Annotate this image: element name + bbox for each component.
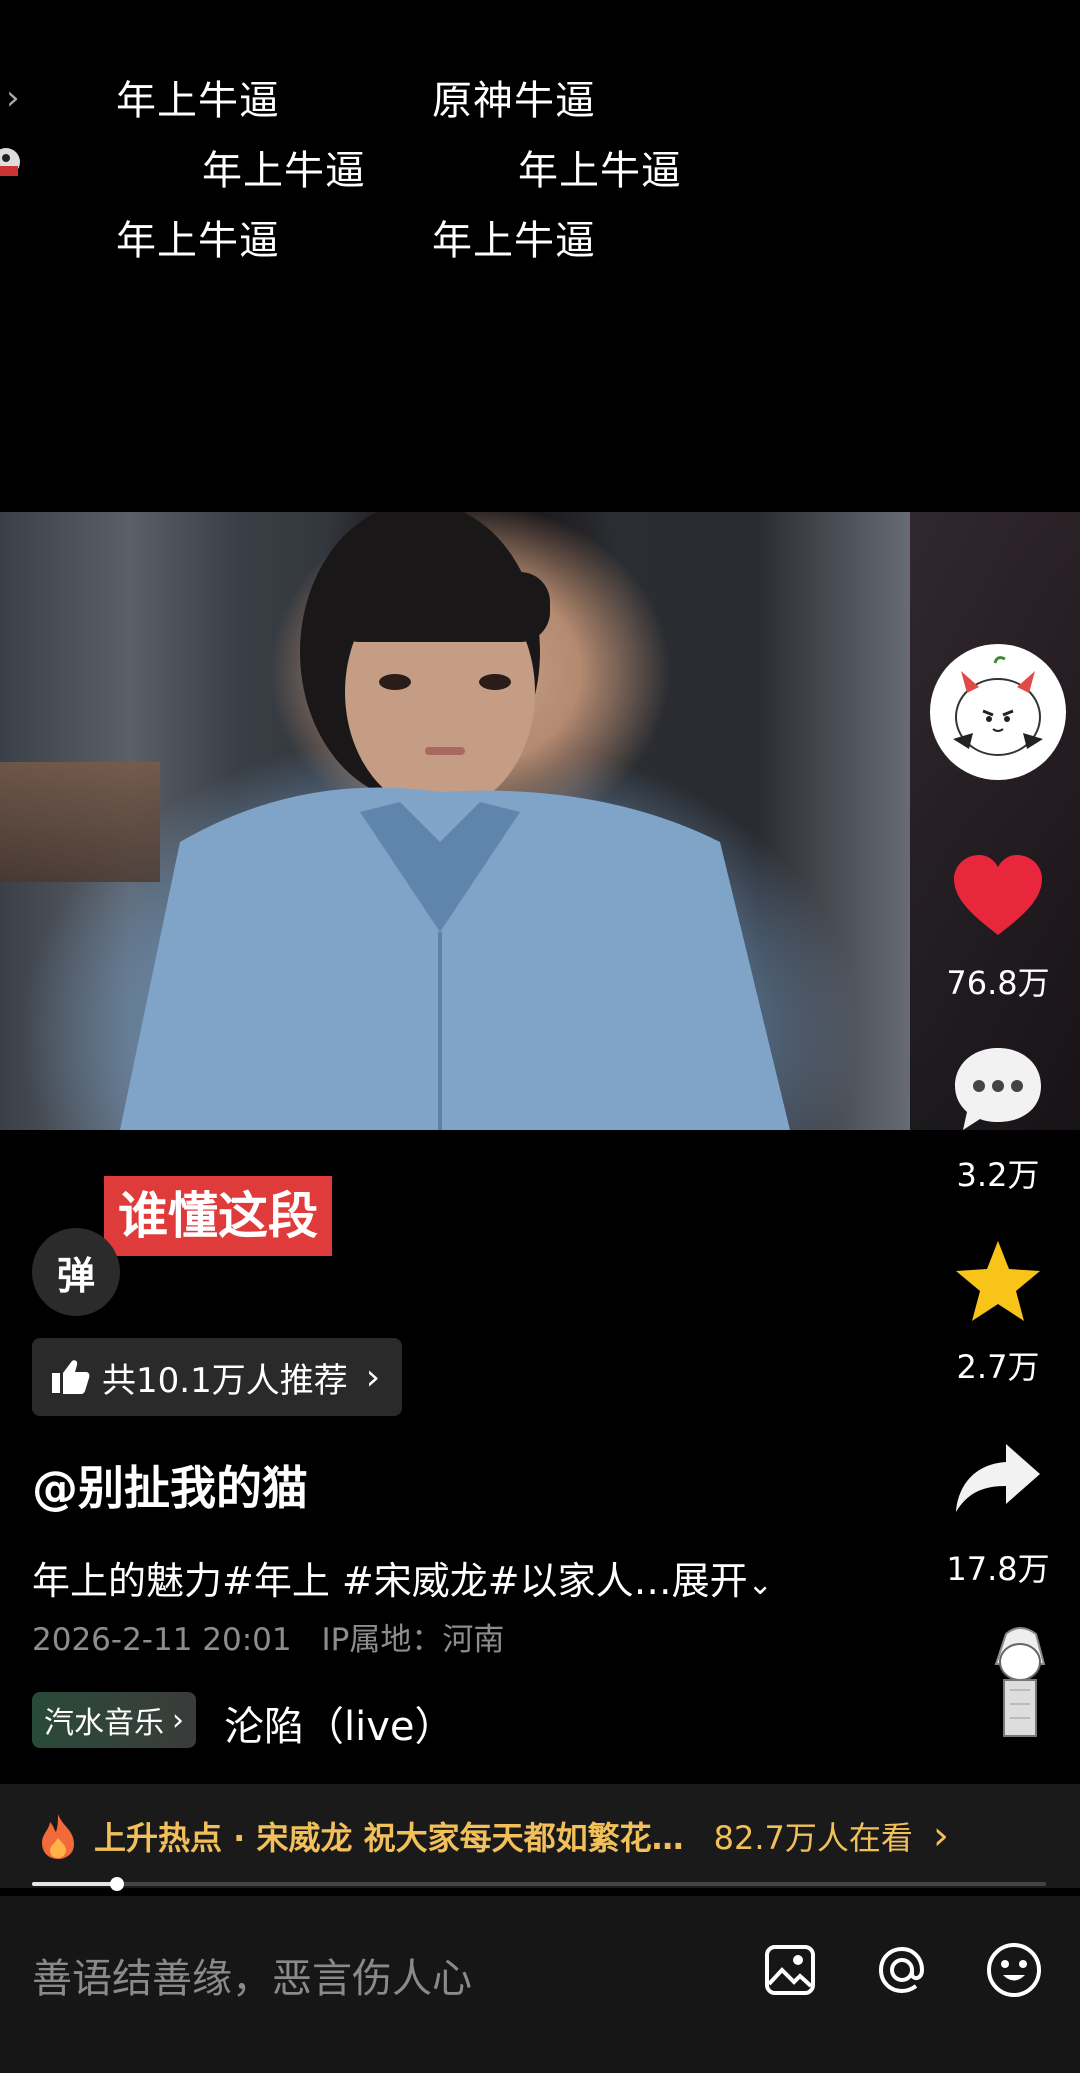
top-chevron-icon[interactable]: › — [6, 78, 20, 118]
video-caption-tag: 谁懂这段 — [104, 1176, 332, 1256]
like-button[interactable] — [950, 852, 1046, 942]
danmu-text: 年上牛逼 — [518, 148, 682, 194]
recommend-pill[interactable]: 共10.1万人推荐 › — [32, 1338, 403, 1416]
danmu-toggle-button[interactable]: 弹 — [32, 1228, 120, 1316]
danmu-toggle-label: 弹 — [56, 1253, 95, 1298]
comment-count: 3.2万 — [956, 1156, 1040, 1194]
video-progress-handle[interactable] — [110, 1877, 124, 1891]
recommend-label: 共10.1万人推荐 — [102, 1360, 348, 1401]
at-sign-icon — [878, 1946, 925, 1994]
video-frame[interactable] — [0, 512, 1080, 1130]
share-button[interactable] — [952, 1438, 1044, 1518]
emoji-button[interactable] — [984, 1940, 1044, 2000]
ip-location: IP属地：河南 — [321, 1622, 505, 1658]
chevron-right-icon: › — [172, 1702, 184, 1738]
danmu-text: 年上牛逼 — [202, 148, 366, 194]
danmu-text: 原神牛逼 — [432, 78, 596, 124]
favorite-button[interactable] — [952, 1236, 1044, 1326]
music-app-label: 汽水音乐 — [44, 1706, 164, 1741]
video-person-silhouette — [120, 512, 790, 1130]
chevron-down-icon: ⌄ — [747, 1567, 773, 1602]
expand-button[interactable]: 展开 — [672, 1559, 748, 1603]
heart-icon — [954, 855, 1042, 935]
mention-button[interactable] — [872, 1940, 932, 2000]
creator-avatar[interactable] — [934, 648, 1062, 776]
hot-topic-viewers: 82.7万人在看 — [713, 1819, 913, 1857]
username[interactable]: @别扯我的猫 — [32, 1452, 308, 1518]
fire-icon — [42, 1814, 74, 1859]
post-meta: 2026-2-11 20:01 IP属地：河南 — [32, 1614, 504, 1659]
chevron-right-icon: › — [365, 1356, 381, 1398]
danmu-text: 年上牛逼 — [116, 78, 280, 124]
post-description[interactable]: 年上的魅力#年上 #宋威龙#以家人…展开⌄ — [32, 1550, 773, 1605]
video-progress-fill — [32, 1882, 116, 1886]
music-app-tag[interactable]: 汽水音乐 › — [32, 1692, 196, 1748]
thumbs-up-icon — [52, 1360, 90, 1394]
comment-bubble-icon — [955, 1048, 1041, 1130]
image-icon — [765, 1945, 815, 1995]
music-disc-icon[interactable] — [986, 1624, 1054, 1742]
chevron-right-icon: › — [932, 1813, 949, 1859]
video-progress-track[interactable] — [32, 1882, 1046, 1886]
description-text: 年上的魅力#年上 #宋威龙#以家人… — [32, 1559, 672, 1603]
comment-button[interactable] — [952, 1044, 1044, 1134]
danmu-text: 年上牛逼 — [116, 218, 280, 264]
hot-topic-banner[interactable]: 上升热点 · 宋威龙 祝大家每天都如繁花… 82.7万人在看 › — [0, 1784, 1080, 1888]
smiley-icon — [987, 1943, 1041, 1997]
mini-avatar-icon[interactable] — [0, 136, 24, 186]
devil-sticker-icon — [953, 656, 1043, 756]
favorite-count: 2.7万 — [956, 1348, 1040, 1386]
like-count: 76.8万 — [946, 964, 1050, 1002]
danmu-text: 年上牛逼 — [432, 218, 596, 264]
hot-topic-text: 上升热点 · 宋威龙 祝大家每天都如繁花… — [94, 1819, 684, 1857]
share-count: 17.8万 — [946, 1550, 1050, 1588]
share-arrow-icon — [956, 1444, 1040, 1512]
song-title[interactable]: 沦陷（live） — [224, 1694, 455, 1752]
comment-input[interactable]: 善语结善缘，恶言伤人心 — [32, 1946, 472, 2004]
post-date: 2026-2-11 20:01 — [32, 1622, 292, 1658]
image-picker-button[interactable] — [764, 1944, 816, 1996]
star-icon — [956, 1241, 1040, 1321]
